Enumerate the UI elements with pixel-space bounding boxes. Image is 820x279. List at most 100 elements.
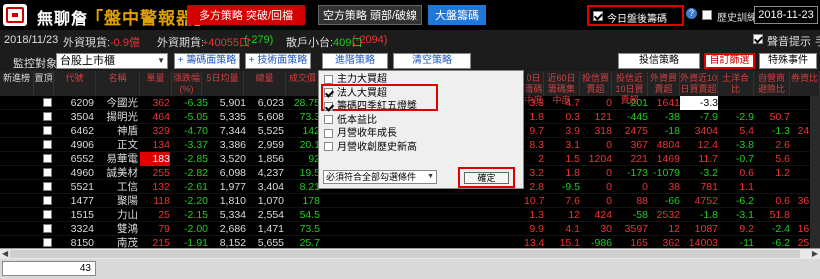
cell-fi10: -1.8 <box>699 209 718 221</box>
pin-checkbox[interactable] <box>43 98 52 107</box>
cell-vol: 79 <box>158 223 170 235</box>
condition-label: 主力大買超 <box>337 74 387 85</box>
table-row[interactable]: 1515 力山 25 -2.15 5,334 2,554 54.5 1.3 12 424 -58 25… <box>0 208 820 222</box>
table-row[interactable]: 1477 聚陽 118 -2.20 1,810 1,070 178 10.7 7.6 0 88 -66… <box>0 194 820 208</box>
condition-checkbox[interactable] <box>324 101 333 111</box>
column-header[interactable]: 投信買賣超 <box>580 71 612 96</box>
scroll-right-icon[interactable]: ▶ <box>812 249 818 258</box>
condition-label: 籌碼四季紅五燈獎 <box>337 101 417 112</box>
column-header[interactable]: 單量 <box>140 71 172 96</box>
date-field[interactable]: 2018-11-23 <box>754 6 818 24</box>
column-header[interactable]: 土洋合比 <box>718 71 754 96</box>
after-hours-checkbox[interactable] <box>593 11 603 21</box>
condition-item[interactable]: 籌碼四季紅五燈獎 <box>324 100 417 113</box>
condition-item[interactable]: 月營收年成長 <box>324 127 397 140</box>
advanced-strategy-popup: 主力大買超法人大買超 籌碼四季紅五燈獎低本益比 月營收年成長 月營收創歷史新高 必須符… <box>318 70 524 189</box>
cell-dr: 5.6 <box>775 153 790 165</box>
condition-checkbox[interactable] <box>324 128 333 138</box>
column-header[interactable]: 置頂 <box>34 71 54 96</box>
cell-vol: 134 <box>152 139 170 151</box>
condition-checkbox[interactable] <box>324 115 333 125</box>
cell-ma5: 3,386 <box>219 139 246 151</box>
cell-code: 1477 <box>70 195 94 207</box>
column-header[interactable]: 外資買賣超 <box>648 71 680 96</box>
tab-tech-strategy[interactable]: + 技術面策略 <box>245 53 311 69</box>
market-chips-button[interactable]: 大盤籌碼 <box>428 5 486 25</box>
column-header[interactable]: 近60日籌碼集中度 <box>544 71 580 105</box>
column-header[interactable]: 總量 <box>244 71 286 96</box>
pin-checkbox[interactable] <box>43 168 52 177</box>
pin-checkbox[interactable] <box>43 154 52 163</box>
short-strategy-button[interactable]: 空方策略 頭部/破線 <box>318 5 422 25</box>
column-header[interactable]: 券資比 <box>790 71 820 96</box>
cell-fi: -1079 <box>653 167 680 179</box>
pin-checkbox[interactable] <box>43 140 52 149</box>
column-header[interactable]: 自營商避險比 <box>754 71 790 96</box>
tab-trust-strategy[interactable]: 投信策略 <box>618 53 700 69</box>
column-header[interactable]: 成交價 <box>286 71 320 96</box>
sound-alert-checkbox[interactable] <box>753 34 763 44</box>
cell-c60b: 0.3 <box>565 111 580 123</box>
condition-checkbox[interactable] <box>324 74 333 84</box>
column-header[interactable]: 投信近10日買賣超 <box>612 71 648 105</box>
pin-checkbox[interactable] <box>43 224 52 233</box>
tab-clear-strategy[interactable]: 清空策略 <box>393 53 471 69</box>
cell-ty <box>718 96 754 110</box>
tab-chip-strategy[interactable]: + 籌碼面策略 <box>174 53 240 69</box>
cell-price: 92 <box>308 153 320 165</box>
watch-target-select[interactable]: 台股上市櫃 ▼ <box>56 53 168 69</box>
table-row[interactable]: 3324 雙鴻 79 -2.00 2,686 1,471 73.5 9.9 4.1 30 3597 1… <box>0 222 820 236</box>
condition-item[interactable]: 月營收創歷史新高 <box>324 141 417 154</box>
cell-it: 30 <box>600 223 612 235</box>
vertical-scrollbar[interactable] <box>810 96 820 248</box>
column-header[interactable]: 漲跌幅(%) <box>172 71 202 96</box>
cell-it10: -173 <box>626 167 648 179</box>
cell-chg: -5.05 <box>184 111 208 123</box>
backtest-checkbox[interactable] <box>702 10 712 20</box>
condition-checkbox[interactable] <box>324 88 333 98</box>
pin-checkbox[interactable] <box>43 196 52 205</box>
cell-ty: 1.1 <box>739 181 754 193</box>
horizontal-scrollbar[interactable]: ◀ ▶ <box>0 248 820 259</box>
cell-chg: -2.20 <box>184 195 208 207</box>
pin-checkbox[interactable] <box>43 126 52 135</box>
cell-name: 南茂 <box>117 237 138 248</box>
column-header[interactable]: 5日均量 <box>202 71 244 96</box>
ok-button-highlight: 確定 <box>458 167 515 188</box>
match-mode-select[interactable]: 必須符合全部勾選條件 ▼ <box>323 170 437 184</box>
pin-checkbox[interactable] <box>43 182 52 191</box>
condition-item[interactable]: 主力大買超 <box>324 73 387 86</box>
cell-it10: 221 <box>630 153 648 165</box>
pin-checkbox[interactable] <box>43 112 52 121</box>
cell-it: 0 <box>606 167 612 179</box>
scroll-left-icon[interactable]: ◀ <box>2 249 8 258</box>
cell-total: 6,023 <box>257 97 284 109</box>
column-header[interactable]: 外資近10日買賣超 <box>680 71 718 96</box>
cell-fi: 362 <box>662 237 680 248</box>
pin-checkbox[interactable] <box>43 210 52 219</box>
condition-item[interactable]: 法人大買超 <box>324 87 387 100</box>
long-strategy-button[interactable]: 多方策略 突破/回檔 <box>187 5 305 25</box>
ok-button[interactable]: 確定 <box>464 172 509 184</box>
column-header[interactable]: 代號 <box>54 71 96 96</box>
column-header[interactable]: 名稱 <box>96 71 140 96</box>
tab-special-events[interactable]: 特殊事件 <box>759 53 817 69</box>
pin-checkbox[interactable] <box>43 238 52 247</box>
cell-c60b: -9.5 <box>561 181 580 193</box>
column-header[interactable]: 新進榜 <box>0 71 34 96</box>
condition-checkbox[interactable] <box>324 142 333 152</box>
cell-fi10: 12.4 <box>697 139 718 151</box>
cell-it: 0 <box>606 195 612 207</box>
condition-item[interactable]: 低本益比 <box>324 114 377 127</box>
help-icon[interactable]: ? <box>686 8 697 19</box>
cell-fi10: 4752 <box>694 195 718 207</box>
column-header[interactable]: 0日籌碼中度 <box>524 71 544 105</box>
cell-it10: -201 <box>626 97 648 109</box>
table-row[interactable]: 8150 南茂 215 -1.91 8,152 5,655 25.7 13.4 15.1 -986… <box>0 236 820 248</box>
scroll-thumb[interactable] <box>10 250 800 258</box>
cell-total: 1,070 <box>257 195 284 207</box>
cell-ma5: 5,334 <box>219 209 246 221</box>
tab-advanced-strategy[interactable]: 進階策略 <box>322 53 388 69</box>
cell-fi10: -3.2 <box>699 167 718 179</box>
tab-custom-filter[interactable]: 自訂篩選 <box>704 53 755 69</box>
